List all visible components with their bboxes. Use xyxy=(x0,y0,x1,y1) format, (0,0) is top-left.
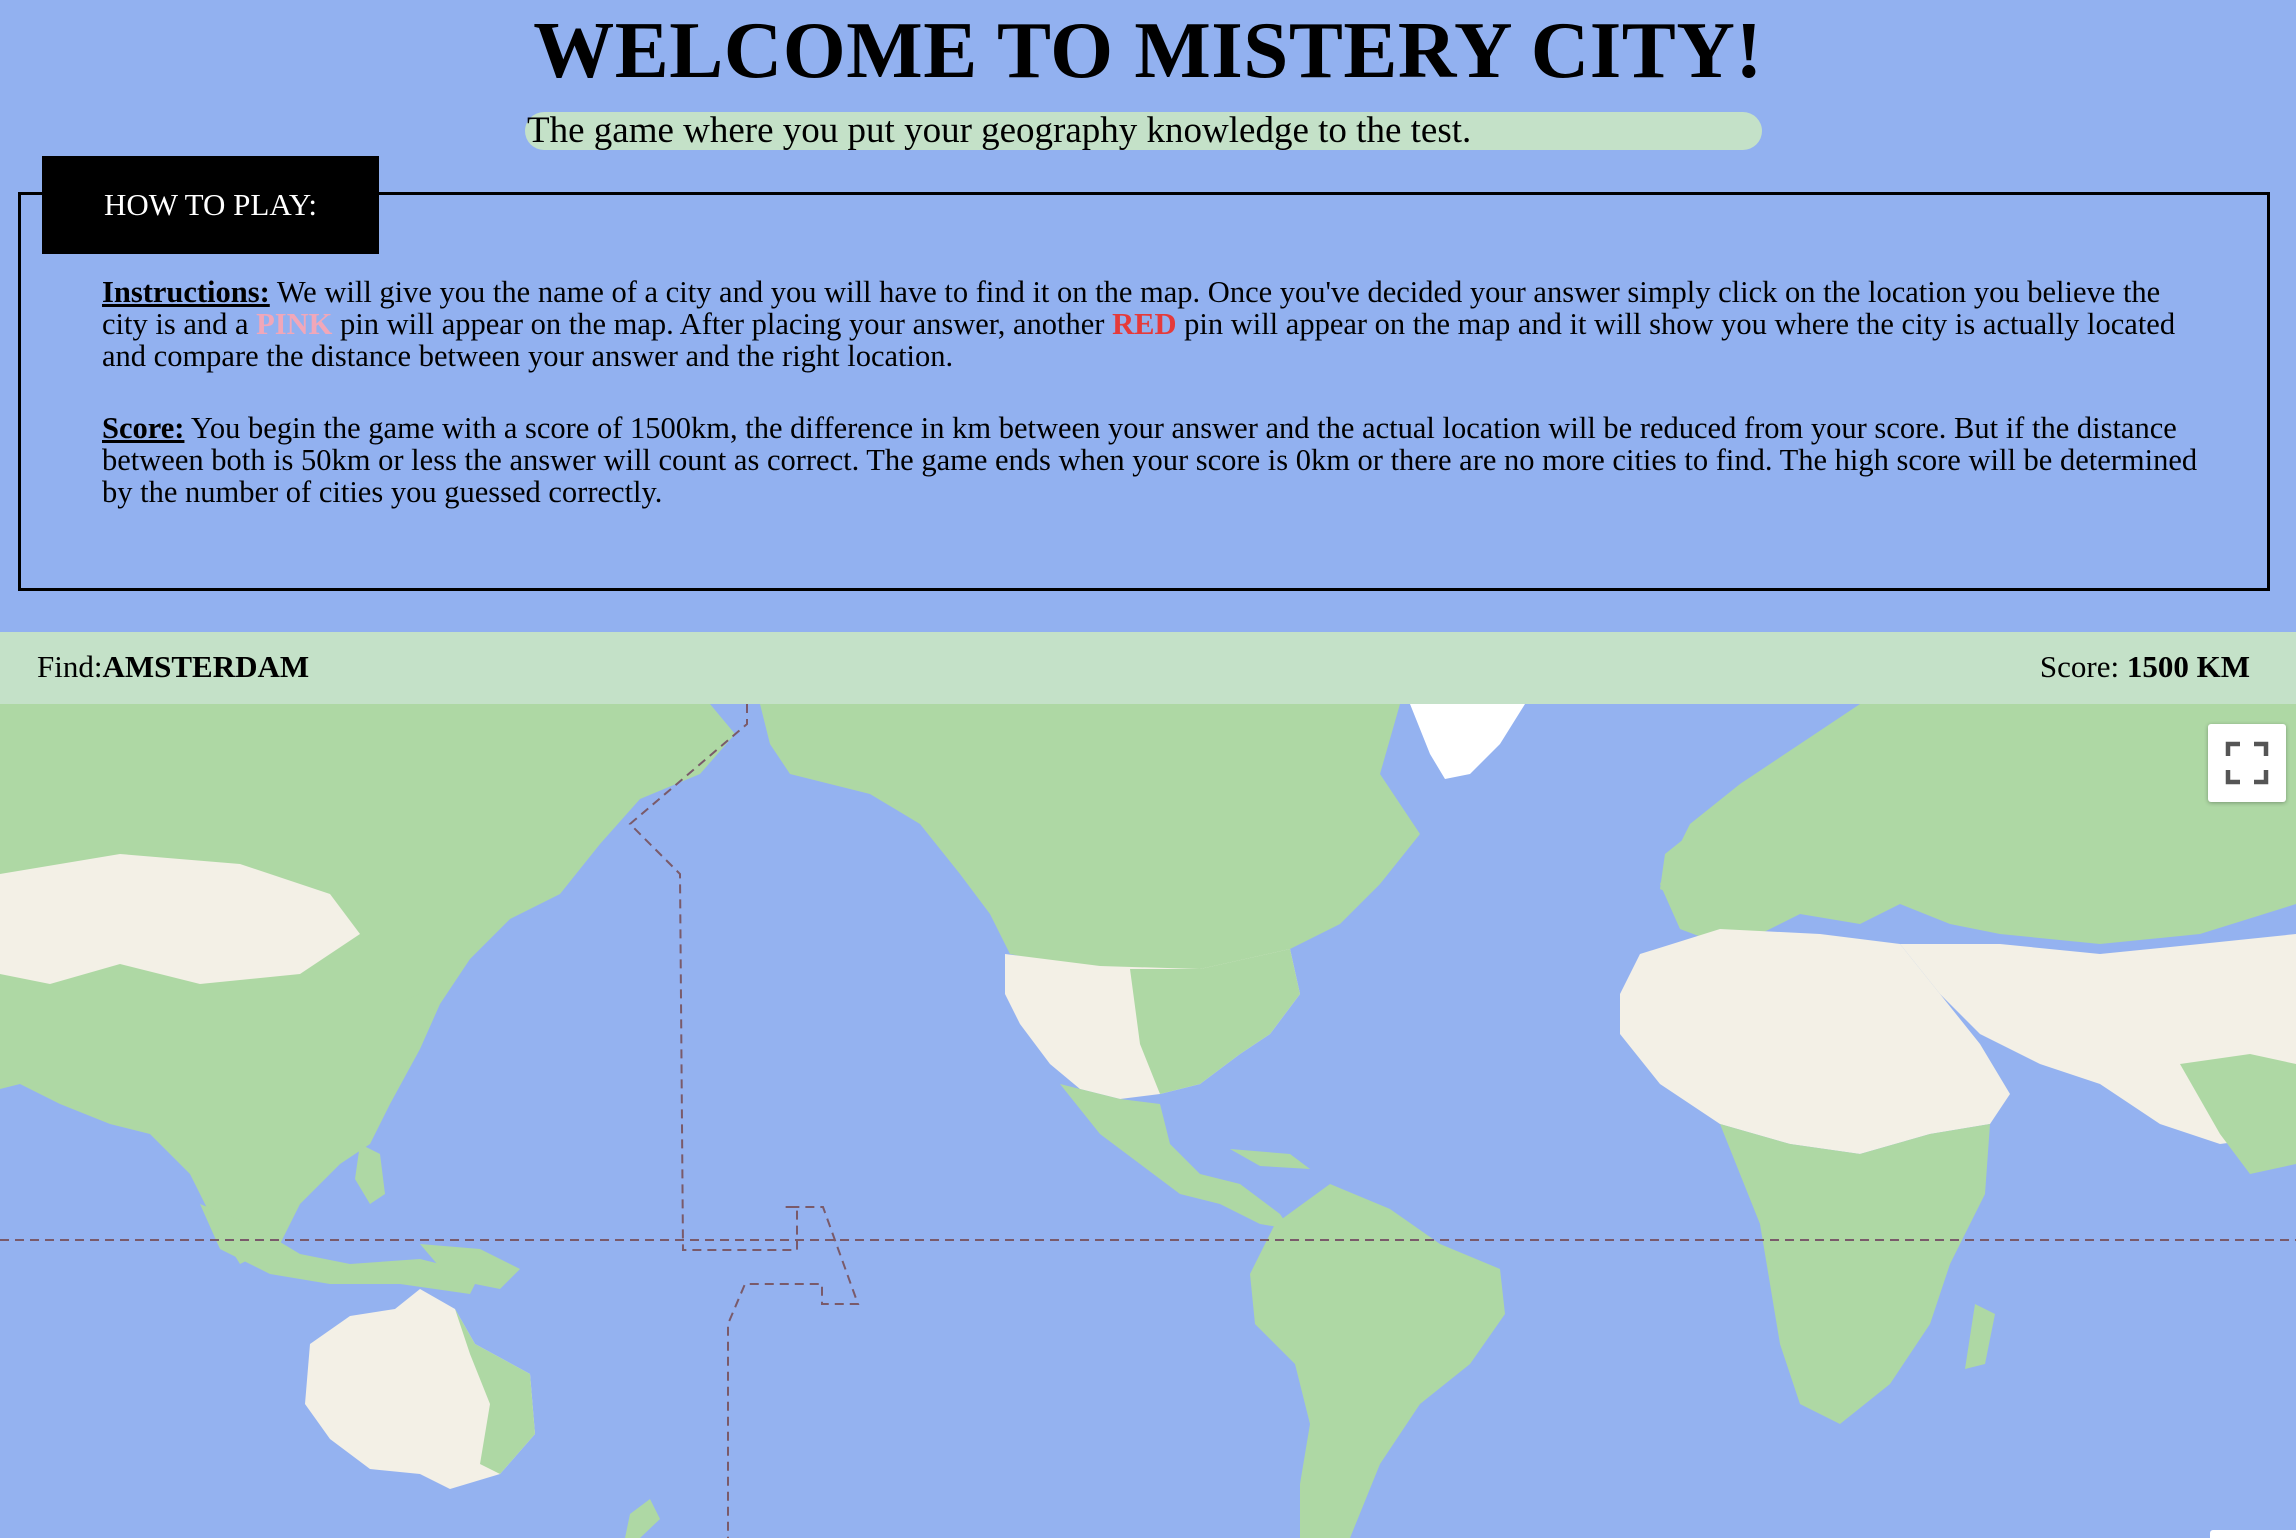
world-map[interactable] xyxy=(0,704,2296,1538)
score-paragraph: Score: You begin the game with a score o… xyxy=(102,412,2202,508)
find-label: Find: xyxy=(37,649,103,684)
instructions-text-2: pin will appear on the map. After placin… xyxy=(332,307,1113,341)
pink-pin-label: PINK xyxy=(256,307,333,341)
page-title: WELCOME TO MISTERY CITY! xyxy=(533,5,1763,95)
score-display-label: Score: xyxy=(2039,649,2127,684)
instructions-label: Instructions: xyxy=(102,275,270,309)
score-display: Score: 1500 KM xyxy=(2040,632,2250,702)
fullscreen-button[interactable] xyxy=(2208,724,2286,802)
world-map-canvas[interactable] xyxy=(0,704,2296,1538)
page-subtitle: The game where you put your geography kn… xyxy=(525,112,1762,150)
score-text: You begin the game with a score of 1500k… xyxy=(102,411,2198,509)
score-value: 1500 KM xyxy=(2126,649,2250,684)
game-status-bar: Find:AMSTERDAM Score: 1500 KM xyxy=(0,632,2296,704)
instructions-paragraph: Instructions: We will give you the name … xyxy=(102,276,2202,372)
find-prompt: Find:AMSTERDAM xyxy=(37,632,309,702)
target-city: AMSTERDAM xyxy=(102,649,310,684)
red-pin-label: RED xyxy=(1112,307,1177,341)
map-control-edge xyxy=(2210,1530,2296,1538)
how-to-play-tab: HOW TO PLAY: xyxy=(42,156,379,254)
score-label: Score: xyxy=(102,411,185,445)
fullscreen-icon xyxy=(2225,741,2269,785)
